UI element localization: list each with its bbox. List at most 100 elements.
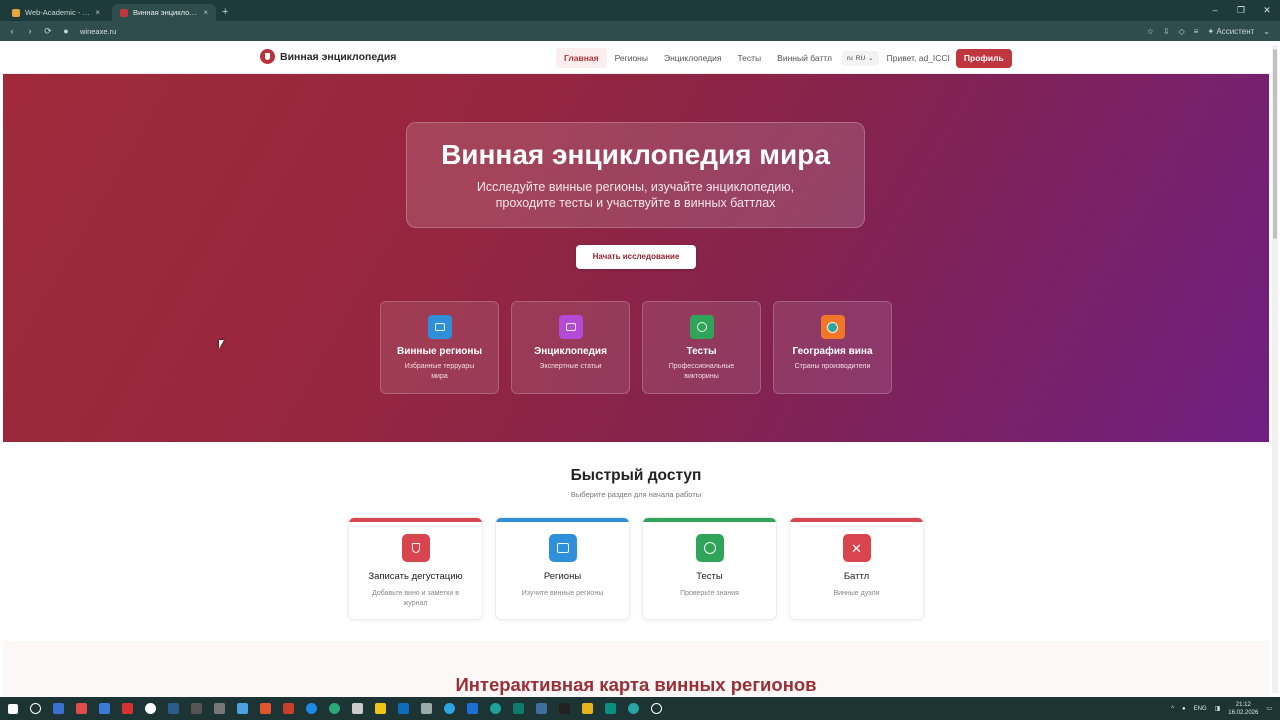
app-icon[interactable] bbox=[306, 703, 317, 714]
nav-item-regions[interactable]: Регионы bbox=[607, 48, 656, 68]
reload-icon[interactable]: ⟳ bbox=[42, 26, 54, 37]
quick-card-battle[interactable]: ✕ Баттл Винные дуэли bbox=[789, 517, 924, 620]
minimize-icon[interactable]: – bbox=[1202, 0, 1228, 21]
nav-item-battle[interactable]: Винный баттл bbox=[769, 48, 840, 68]
microphone-icon[interactable]: ● bbox=[1182, 706, 1186, 712]
filezilla-icon[interactable] bbox=[283, 703, 294, 714]
feature-card-geography[interactable]: География вина Страны производители bbox=[773, 301, 892, 394]
tab-close-icon[interactable]: × bbox=[95, 8, 100, 17]
app-icon[interactable] bbox=[260, 703, 271, 714]
app-icon[interactable] bbox=[352, 703, 363, 714]
swords-icon: ✕ bbox=[842, 534, 871, 562]
nav-item-home[interactable]: Главная bbox=[556, 48, 607, 68]
app-icon[interactable] bbox=[122, 703, 133, 714]
file-explorer-icon[interactable] bbox=[375, 703, 386, 714]
card-title: Регионы bbox=[543, 571, 582, 582]
app-icon[interactable] bbox=[99, 703, 110, 714]
edge-icon[interactable] bbox=[329, 703, 340, 714]
address-bar-actions: ☆ ⇩ ◇ ≡ ✦ Ассистент ⌄ bbox=[1147, 21, 1270, 41]
scrollbar-thumb[interactable] bbox=[1273, 49, 1277, 239]
nav-item-tests[interactable]: Тесты bbox=[729, 48, 769, 68]
feature-card-tests[interactable]: Тесты Профессиональные викторины bbox=[642, 301, 761, 394]
site-header: Винная энциклопедия Главная Регионы Энци… bbox=[3, 41, 1269, 74]
search-icon[interactable] bbox=[30, 703, 41, 714]
quick-card-tasting[interactable]: Записать дегустацию Добавьте вино и заме… bbox=[348, 517, 483, 620]
user-greeting: Привет, ad_ICCI bbox=[886, 53, 950, 63]
system-clock[interactable]: 21:12 16.02.2026 bbox=[1228, 701, 1258, 717]
page-scrollbar[interactable] bbox=[1272, 45, 1278, 693]
feature-title: Винные регионы bbox=[397, 346, 482, 357]
logo-text: Винная энциклопедия bbox=[280, 50, 397, 63]
url-field[interactable]: wineaxe.ru bbox=[80, 27, 116, 36]
app-icon[interactable] bbox=[559, 703, 570, 714]
quick-access-section: Быстрый доступ Выберите раздел для начал… bbox=[3, 442, 1269, 652]
start-menu-icon[interactable] bbox=[8, 703, 18, 714]
app-icon[interactable] bbox=[490, 703, 501, 714]
forward-icon[interactable]: › bbox=[24, 26, 36, 36]
browser-app-icon[interactable] bbox=[628, 703, 639, 714]
quick-card-regions[interactable]: Регионы Изучите винные регионы bbox=[495, 517, 630, 620]
close-window-icon[interactable]: ✕ bbox=[1254, 0, 1280, 21]
feature-card-regions[interactable]: Винные регионы Избранные терруары мира bbox=[380, 301, 499, 394]
hero-section: Винная энциклопедия мира Исследуйте винн… bbox=[3, 74, 1269, 442]
outlook-icon[interactable] bbox=[398, 703, 409, 714]
app-icon[interactable] bbox=[582, 703, 593, 714]
extensions-icon[interactable]: ◇ bbox=[1179, 27, 1185, 36]
yandex-browser-icon[interactable] bbox=[145, 703, 156, 714]
page-viewport: Винная энциклопедия Главная Регионы Энци… bbox=[3, 41, 1269, 697]
vscode-icon[interactable] bbox=[467, 703, 478, 714]
back-icon[interactable]: ‹ bbox=[6, 26, 18, 36]
chevron-down-icon[interactable]: ⌄ bbox=[1263, 27, 1270, 36]
menu-icon[interactable]: ≡ bbox=[1194, 27, 1199, 36]
mouse-cursor-icon bbox=[219, 340, 224, 349]
card-accent-bar bbox=[790, 518, 923, 522]
system-tray: ^ ● ENG ◨ 21:12 16.02.2026 ▭ bbox=[1171, 697, 1272, 720]
window-controls: – ❐ ✕ bbox=[1202, 0, 1280, 21]
browser-tab[interactable]: Web-Academic - Voting P × bbox=[4, 4, 108, 21]
clock-date: 16.02.2026 bbox=[1228, 709, 1259, 716]
app-icon[interactable] bbox=[76, 703, 87, 714]
card-title: Баттл bbox=[843, 571, 870, 582]
nav-item-encyclopedia[interactable]: Энциклопедия bbox=[656, 48, 729, 68]
app-icon[interactable] bbox=[214, 703, 225, 714]
app-icon[interactable] bbox=[536, 703, 547, 714]
download-icon[interactable]: ⇩ bbox=[1163, 27, 1170, 36]
steam-icon[interactable] bbox=[168, 703, 179, 714]
media-player-icon[interactable] bbox=[651, 703, 662, 714]
app-icon[interactable] bbox=[191, 703, 202, 714]
bookmark-star-icon[interactable]: ☆ bbox=[1147, 27, 1154, 36]
assistant-button[interactable]: ✦ Ассистент bbox=[1207, 27, 1254, 36]
feature-subtitle: Избранные терруары мира bbox=[404, 363, 475, 380]
start-exploring-button[interactable]: Начать исследование bbox=[576, 245, 696, 269]
app-icon[interactable] bbox=[421, 703, 432, 714]
browser-tab-active[interactable]: Винная энциклопедия ми × bbox=[112, 4, 216, 21]
app-icon[interactable] bbox=[605, 703, 616, 714]
os-taskbar: ^ ● ENG ◨ 21:12 16.02.2026 ▭ bbox=[0, 697, 1280, 720]
app-icon[interactable] bbox=[237, 703, 248, 714]
network-icon[interactable]: ◨ bbox=[1215, 705, 1221, 712]
tab-title: Web-Academic - Voting P bbox=[25, 8, 90, 17]
target-icon bbox=[695, 534, 724, 562]
app-icon[interactable] bbox=[53, 703, 64, 714]
keyboard-language[interactable]: ENG bbox=[1194, 706, 1207, 712]
new-tab-button[interactable]: + bbox=[222, 4, 228, 21]
profile-button[interactable]: Профиль bbox=[955, 48, 1012, 68]
app-icon[interactable] bbox=[513, 703, 524, 714]
quick-access-title: Быстрый доступ bbox=[570, 467, 702, 484]
quick-card-tests[interactable]: Тесты Проверьте знания bbox=[642, 517, 777, 620]
clock-time: 21:12 bbox=[1235, 701, 1251, 708]
language-selector[interactable]: ru RU ⌄ bbox=[841, 50, 879, 66]
maximize-icon[interactable]: ❐ bbox=[1228, 0, 1254, 21]
browser-tab-bar: Web-Academic - Voting P × Винная энцикло… bbox=[0, 0, 1280, 21]
microphone-icon[interactable]: ● bbox=[60, 26, 72, 36]
notifications-icon[interactable]: ▭ bbox=[1266, 705, 1272, 712]
card-accent-bar bbox=[643, 518, 776, 522]
feature-card-encyclopedia[interactable]: Энциклопедия Экспертные статьи bbox=[511, 301, 630, 394]
telegram-icon[interactable] bbox=[444, 703, 455, 714]
tab-close-icon[interactable]: × bbox=[203, 8, 208, 17]
hero-subtitle: Исследуйте винные регионы, изучайте энци… bbox=[476, 180, 795, 210]
card-accent-bar bbox=[349, 518, 482, 522]
tray-chevron-icon[interactable]: ^ bbox=[1171, 706, 1174, 712]
feature-subtitle: Страны производители bbox=[794, 363, 871, 370]
site-logo[interactable]: Винная энциклопедия bbox=[260, 49, 396, 64]
